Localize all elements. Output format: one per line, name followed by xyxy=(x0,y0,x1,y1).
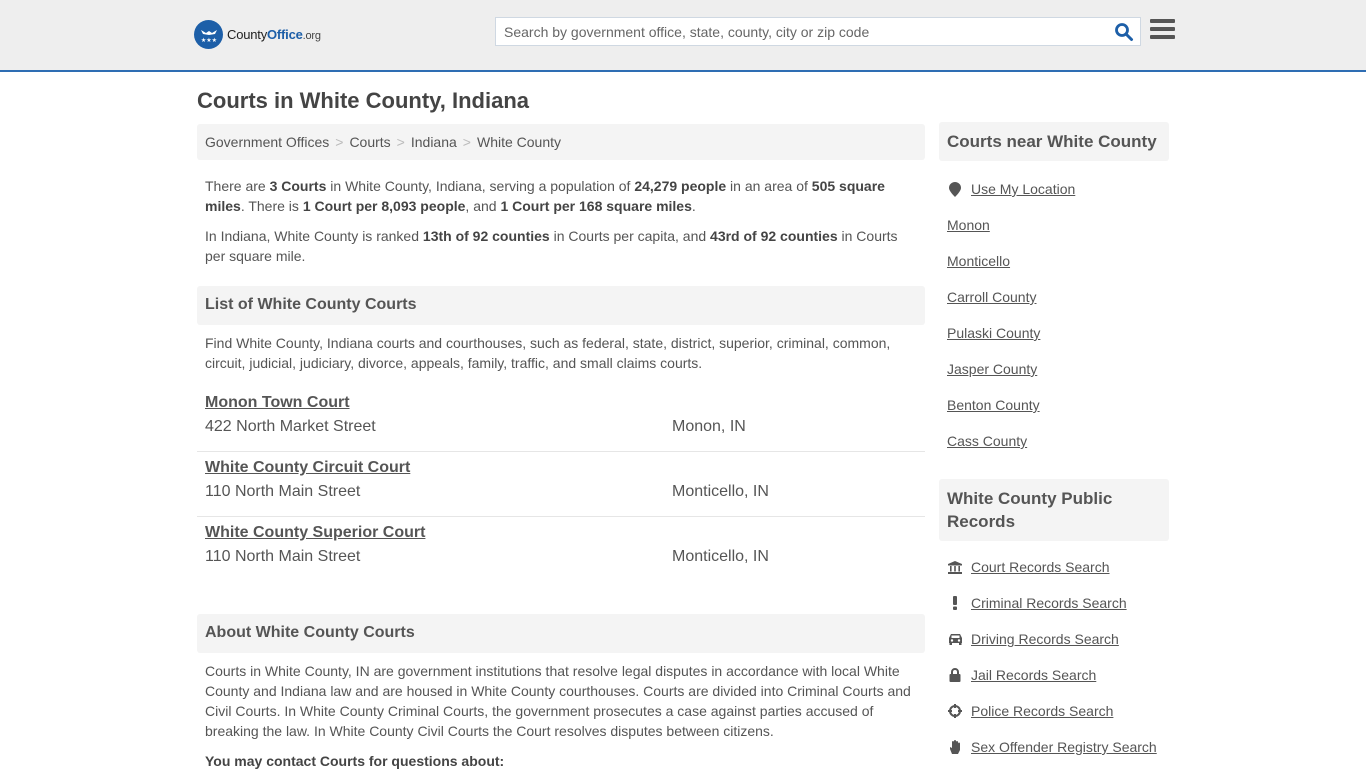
nearby-item: Monon xyxy=(939,207,1169,243)
summary-paragraph: There are 3 Courts in White County, Indi… xyxy=(205,178,885,214)
breadcrumb-government-offices[interactable]: Government Offices xyxy=(205,134,329,150)
court-name-link[interactable]: White County Circuit Court xyxy=(205,458,917,478)
court-city: Monticello, IN xyxy=(672,548,769,565)
police-records-search-link[interactable]: Police Records Search xyxy=(971,703,1113,719)
nearby-link-benton-county[interactable]: Benton County xyxy=(947,397,1040,413)
search-input[interactable] xyxy=(496,18,1106,45)
breadcrumb-white-county: White County xyxy=(476,134,562,150)
court-list-item: Monon Town Court 422 North Market Street… xyxy=(197,387,925,452)
court-address: 110 North Main Street xyxy=(205,548,361,565)
nearby-link-jasper-county[interactable]: Jasper County xyxy=(947,361,1037,377)
records-item: Police Records Search xyxy=(939,693,1169,729)
nearby-item: Jasper County xyxy=(939,351,1169,387)
exclamation-icon xyxy=(947,595,963,611)
nearby-item: Pulaski County xyxy=(939,315,1169,351)
page-title: Courts in White County, Indiana xyxy=(197,88,530,113)
list-intro: Find White County, Indiana courts and co… xyxy=(205,335,891,371)
logo-link[interactable]: ★★★ CountyOffice.org xyxy=(194,20,321,49)
nearby-item: Cass County xyxy=(939,423,1169,459)
hamburger-menu-icon[interactable] xyxy=(1150,19,1175,42)
breadcrumb-indiana[interactable]: Indiana xyxy=(411,134,457,150)
main-content: Government Offices > Courts > Indiana > White … xyxy=(197,124,925,771)
records-list: Court Records Search Criminal Records Se… xyxy=(939,549,1169,765)
breadcrumb: Government Offices > Courts > Indiana > White … xyxy=(197,124,925,160)
public-records-heading: White County Public Records xyxy=(939,479,1169,541)
court-address: 110 North Main Street xyxy=(205,483,361,500)
driving-records-search-link[interactable]: Driving Records Search xyxy=(971,631,1119,647)
search-icon[interactable] xyxy=(1114,22,1134,42)
court-name-link[interactable]: Monon Town Court xyxy=(205,393,917,413)
nearby-item: Monticello xyxy=(939,243,1169,279)
nearby-courts-heading: Courts near White County xyxy=(939,122,1169,161)
car-icon xyxy=(947,631,963,647)
bank-icon xyxy=(947,559,963,575)
court-records-search-link[interactable]: Court Records Search xyxy=(971,559,1110,575)
criminal-records-search-link[interactable]: Criminal Records Search xyxy=(971,595,1127,611)
nearby-link-cass-county[interactable]: Cass County xyxy=(947,433,1027,449)
nearby-link-monon[interactable]: Monon xyxy=(947,217,990,233)
use-my-location-link[interactable]: Use My Location xyxy=(971,181,1075,197)
about-section-heading: About White County Courts xyxy=(197,614,925,653)
sex-offender-registry-search-link[interactable]: Sex Offender Registry Search xyxy=(971,739,1157,755)
court-list-item: White County Superior Court 110 North Ma… xyxy=(197,517,925,582)
search-box xyxy=(495,17,1141,46)
nearby-list: Use My Location Monon Monticello Carroll… xyxy=(939,171,1169,459)
site-header: ★★★ CountyOffice.org xyxy=(0,0,1366,72)
records-item: Criminal Records Search xyxy=(939,585,1169,621)
nearby-link-monticello[interactable]: Monticello xyxy=(947,253,1010,269)
nearby-link-pulaski-county[interactable]: Pulaski County xyxy=(947,325,1040,341)
records-item: Sex Offender Registry Search xyxy=(939,729,1169,765)
breadcrumb-courts[interactable]: Courts xyxy=(349,134,390,150)
nearby-item: Carroll County xyxy=(939,279,1169,315)
court-address: 422 North Market Street xyxy=(205,418,376,435)
breadcrumb-separator: > xyxy=(335,134,344,150)
sidebar: Courts near White County Use My Location… xyxy=(939,122,1169,765)
hand-icon xyxy=(947,739,963,755)
court-city: Monticello, IN xyxy=(672,483,769,500)
nearby-link-carroll-county[interactable]: Carroll County xyxy=(947,289,1036,305)
eagle-logo-icon: ★★★ xyxy=(194,20,223,49)
records-item: Court Records Search xyxy=(939,549,1169,585)
breadcrumb-separator: > xyxy=(462,134,471,150)
court-city: Monon, IN xyxy=(672,418,746,435)
crosshairs-icon xyxy=(947,703,963,719)
contact-heading: You may contact Courts for questions abo… xyxy=(205,753,505,769)
breadcrumb-separator: > xyxy=(396,134,405,150)
jail-records-search-link[interactable]: Jail Records Search xyxy=(971,667,1096,683)
svg-text:★★★: ★★★ xyxy=(200,37,216,44)
lock-icon xyxy=(947,667,963,683)
about-text: Courts in White County, IN are governmen… xyxy=(205,663,911,739)
records-item: Driving Records Search xyxy=(939,621,1169,657)
map-marker-icon xyxy=(947,181,963,197)
list-section-heading: List of White County Courts xyxy=(197,286,925,325)
court-list: Monon Town Court 422 North Market Street… xyxy=(197,387,925,582)
records-item: Jail Records Search xyxy=(939,657,1169,693)
use-my-location-item: Use My Location xyxy=(939,171,1169,207)
ranking-paragraph: In Indiana, White County is ranked 13th … xyxy=(205,228,898,264)
logo-text: CountyOffice.org xyxy=(227,27,321,42)
court-list-item: White County Circuit Court 110 North Mai… xyxy=(197,452,925,517)
nearby-item: Benton County xyxy=(939,387,1169,423)
court-name-link[interactable]: White County Superior Court xyxy=(205,523,917,543)
